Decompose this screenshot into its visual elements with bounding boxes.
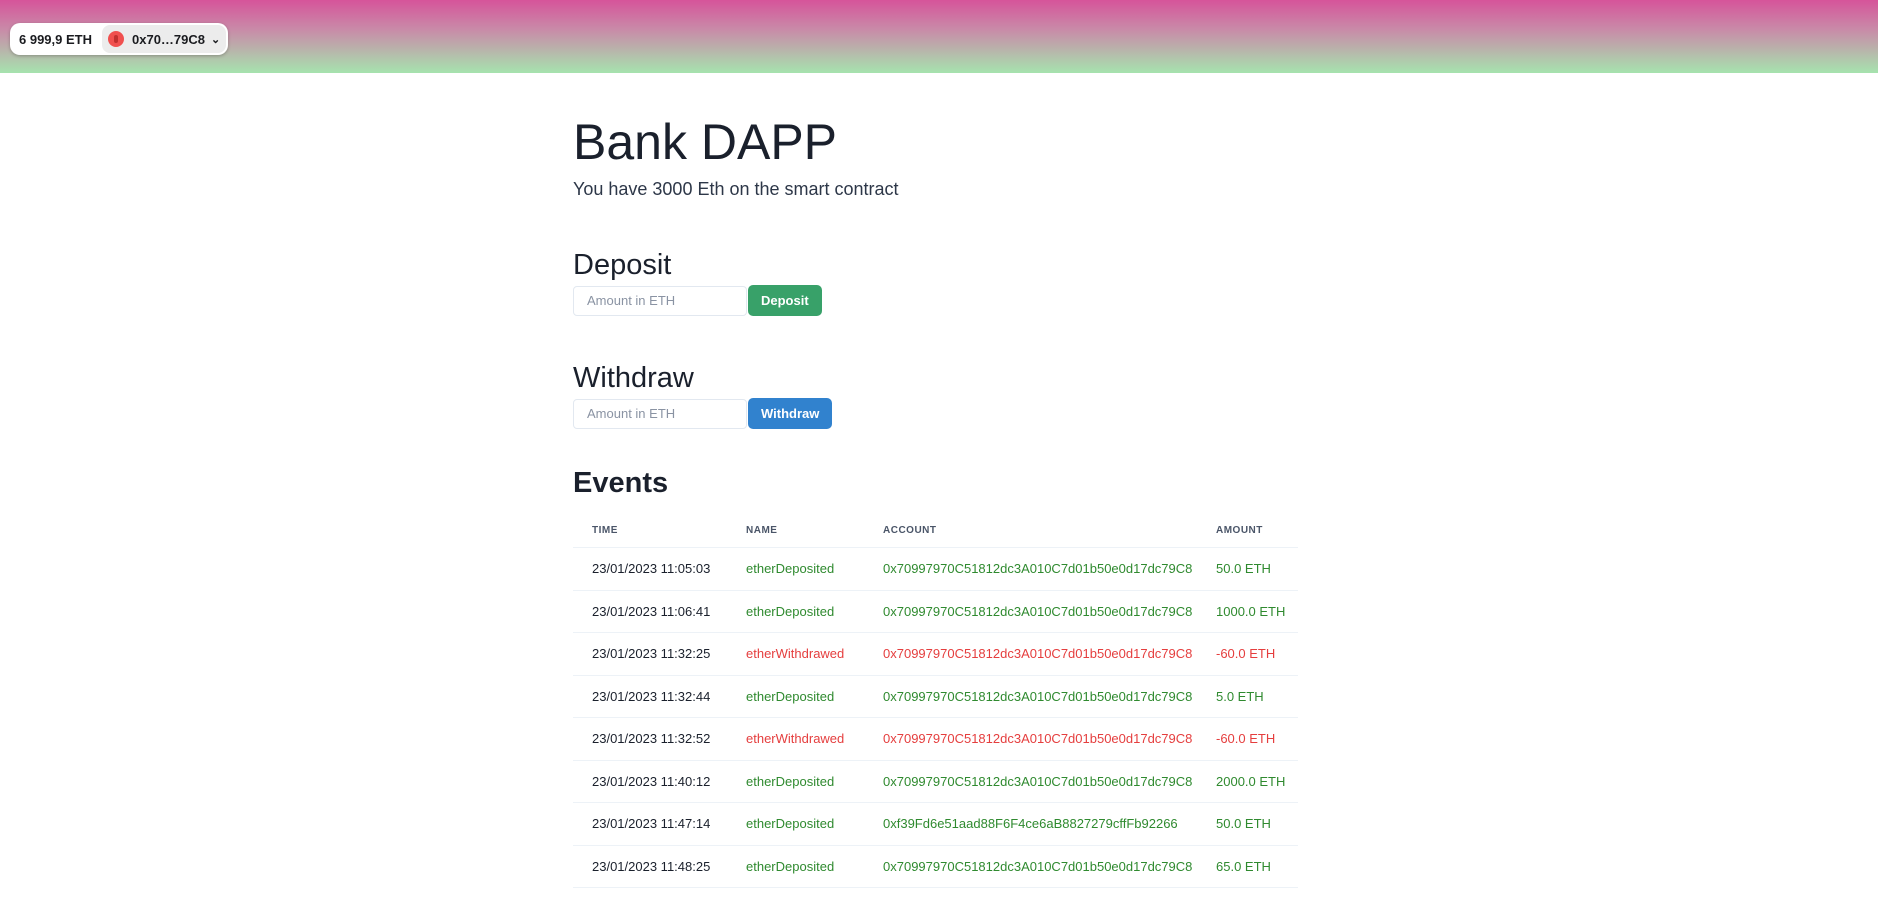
withdraw-amount-input[interactable]: [573, 398, 747, 429]
table-row: 23/01/2023 11:32:44 etherDeposited 0x70997…: [573, 675, 1298, 718]
event-account: 0x70997970C51812dc3A010C7d01b50e0d17dc79…: [864, 632, 1197, 676]
event-account: 0x70997970C51812dc3A010C7d01b50e0d17dc79…: [864, 590, 1197, 633]
column-header-account: ACCOUNT: [864, 514, 1197, 548]
main-content: Bank DAPP You have 3000 Eth on the smart…: [573, 73, 1298, 888]
event-account: 0x70997970C51812dc3A010C7d01b50e0d17dc79…: [864, 760, 1197, 803]
event-name: etherDeposited: [727, 590, 864, 633]
event-time: 23/01/2023 11:06:41: [573, 590, 727, 633]
table-row: 23/01/2023 11:40:12 etherDeposited 0x70997…: [573, 760, 1298, 803]
event-amount: -60.0 ETH: [1197, 632, 1298, 676]
table-header-row: TIME NAME ACCOUNT AMOUNT: [573, 514, 1298, 548]
column-header-amount: AMOUNT: [1197, 514, 1298, 548]
withdraw-form: Withdraw: [573, 398, 1298, 429]
withdraw-button[interactable]: Withdraw: [748, 398, 833, 429]
deposit-form: Deposit: [573, 285, 1298, 316]
event-time: 23/01/2023 11:40:12: [573, 760, 727, 803]
table-row: 23/01/2023 11:06:41 etherDeposited 0x70997…: [573, 590, 1298, 633]
table-row: 23/01/2023 11:32:52 etherWithdrawed 0x7099…: [573, 717, 1298, 761]
withdraw-heading: Withdraw: [573, 362, 694, 394]
event-account: 0x70997970C51812dc3A010C7d01b50e0d17dc79…: [864, 547, 1197, 591]
account-address: 0x70…79C8: [132, 31, 205, 47]
balance-text: You have 3000 Eth on the smart contract: [573, 179, 899, 199]
event-name: etherDeposited: [727, 760, 864, 803]
top-banner: 6 999,9 ETH 0x70…79C8 ⌄: [0, 0, 1878, 73]
event-account: 0x70997970C51812dc3A010C7d01b50e0d17dc79…: [864, 717, 1197, 761]
account-selector[interactable]: 0x70…79C8 ⌄: [102, 25, 227, 53]
chevron-down-icon: ⌄: [211, 33, 221, 46]
page-title: Bank DAPP: [573, 114, 838, 170]
deposit-button[interactable]: Deposit: [748, 285, 822, 316]
event-amount: 1000.0 ETH: [1197, 590, 1298, 633]
events-heading: Events: [573, 467, 669, 499]
event-amount: -60.0 ETH: [1197, 717, 1298, 761]
event-name: etherWithdrawed: [727, 717, 864, 761]
event-amount: 50.0 ETH: [1197, 802, 1298, 846]
wallet-connect-button[interactable]: 6 999,9 ETH 0x70…79C8 ⌄: [10, 23, 229, 55]
event-account: 0xf39Fd6e51aad88F6F4ce6aB8827279cffFb922…: [864, 802, 1197, 846]
event-account: 0x70997970C51812dc3A010C7d01b50e0d17dc79…: [864, 845, 1197, 888]
event-time: 23/01/2023 11:47:14: [573, 802, 727, 846]
table-row: 23/01/2023 11:05:03 etherDeposited 0x70997…: [573, 547, 1298, 591]
event-amount: 2000.0 ETH: [1197, 760, 1298, 803]
deposit-amount-input[interactable]: [573, 285, 747, 316]
event-name: etherDeposited: [727, 802, 864, 846]
event-name: etherDeposited: [727, 845, 864, 888]
table-row: 23/01/2023 11:32:25 etherWithdrawed 0x7099…: [573, 632, 1298, 676]
event-time: 23/01/2023 11:32:52: [573, 717, 727, 761]
event-name: etherWithdrawed: [727, 632, 864, 676]
event-name: etherDeposited: [727, 675, 864, 718]
table-row: 23/01/2023 11:47:14 etherDeposited 0xf39Fd…: [573, 802, 1298, 846]
events-table: TIME NAME ACCOUNT AMOUNT 23/01/2023 11:0…: [573, 514, 1298, 888]
table-row: 23/01/2023 11:48:25 etherDeposited 0x70997…: [573, 845, 1298, 888]
event-amount: 50.0 ETH: [1197, 547, 1298, 591]
event-time: 23/01/2023 11:32:44: [573, 675, 727, 718]
event-name: etherDeposited: [727, 547, 864, 591]
event-account: 0x70997970C51812dc3A010C7d01b50e0d17dc79…: [864, 675, 1197, 718]
wallet-balance: 6 999,9 ETH: [19, 31, 92, 47]
event-amount: 5.0 ETH: [1197, 675, 1298, 718]
event-time: 23/01/2023 11:48:25: [573, 845, 727, 888]
column-header-time: TIME: [573, 514, 727, 548]
deposit-heading: Deposit: [573, 249, 672, 281]
event-time: 23/01/2023 11:32:25: [573, 632, 727, 676]
column-header-name: NAME: [727, 514, 864, 548]
account-avatar-icon: [108, 31, 124, 47]
event-time: 23/01/2023 11:05:03: [573, 547, 727, 591]
event-amount: 65.0 ETH: [1197, 845, 1298, 888]
